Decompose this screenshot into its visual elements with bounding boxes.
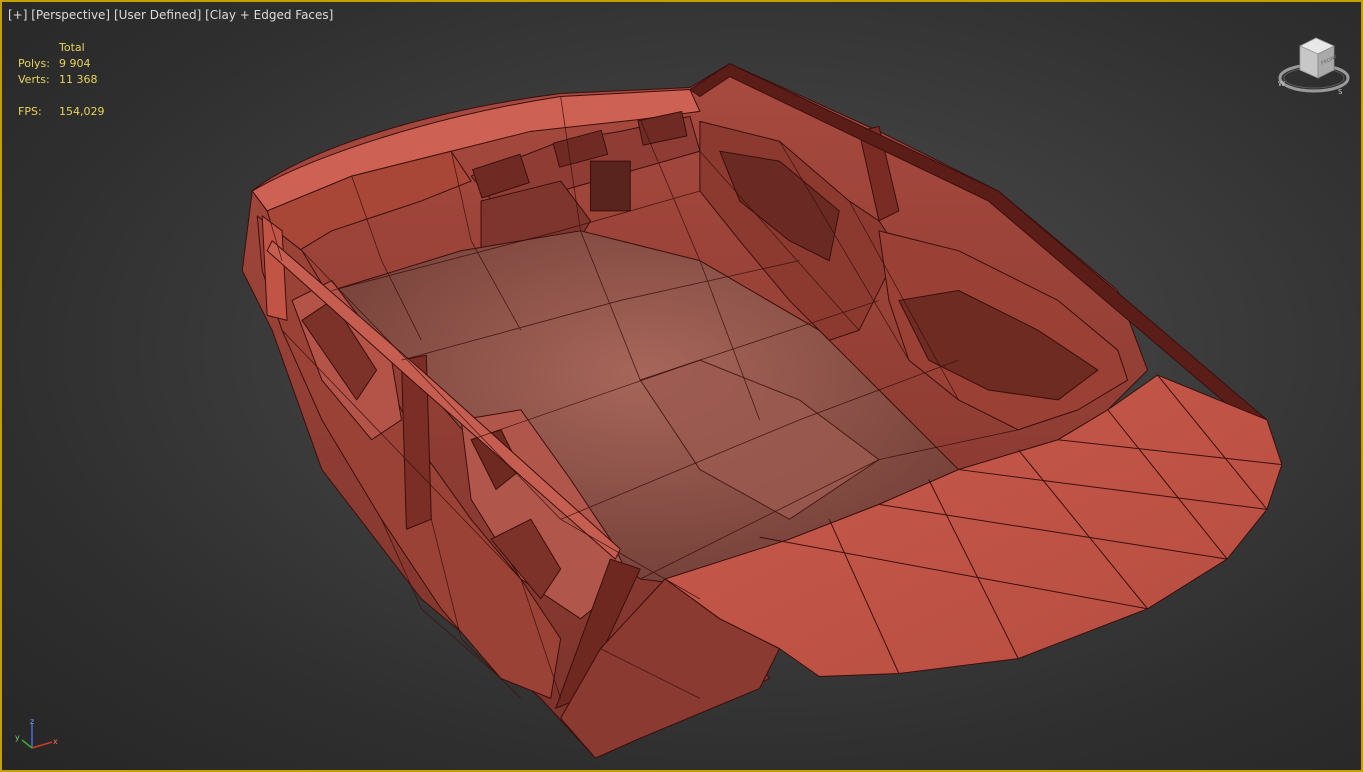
statistics-overlay: Total Polys: 9 904 Verts: 11 368 FPS: 154,0… <box>18 40 105 120</box>
verts-value: 11 368 <box>59 73 98 86</box>
svg-text:S: S <box>1338 88 1343 96</box>
fps-label: FPS: <box>18 105 42 118</box>
svg-text:W: W <box>1278 80 1285 88</box>
stats-header: Total <box>59 41 85 54</box>
viewport-general-menu[interactable]: [+] <box>8 8 27 22</box>
viewport-label-menu: [+] [Perspective] [User Defined] [Clay +… <box>8 8 333 22</box>
axis-x-label: x <box>53 737 58 746</box>
verts-label: Verts: <box>18 73 50 86</box>
viewport-shading-menu[interactable]: [Clay + Edged Faces] <box>205 8 333 22</box>
polys-label: Polys: <box>18 57 50 70</box>
viewport-point-of-view-menu[interactable]: [Perspective] <box>31 8 110 22</box>
fps-value: 154,029 <box>59 105 105 118</box>
viewcube-icon[interactable]: FRONT W S <box>1276 34 1352 100</box>
axis-z-label: z <box>30 718 34 726</box>
viewport-camera-menu[interactable]: [User Defined] <box>114 8 201 22</box>
polys-value: 9 904 <box>59 57 91 70</box>
car-interior-model[interactable] <box>2 2 1361 770</box>
axis-y-label: y <box>15 733 20 742</box>
axis-tripod-icon: z x y <box>15 718 58 749</box>
perspective-viewport[interactable]: [+] [Perspective] [User Defined] [Clay +… <box>0 0 1363 772</box>
